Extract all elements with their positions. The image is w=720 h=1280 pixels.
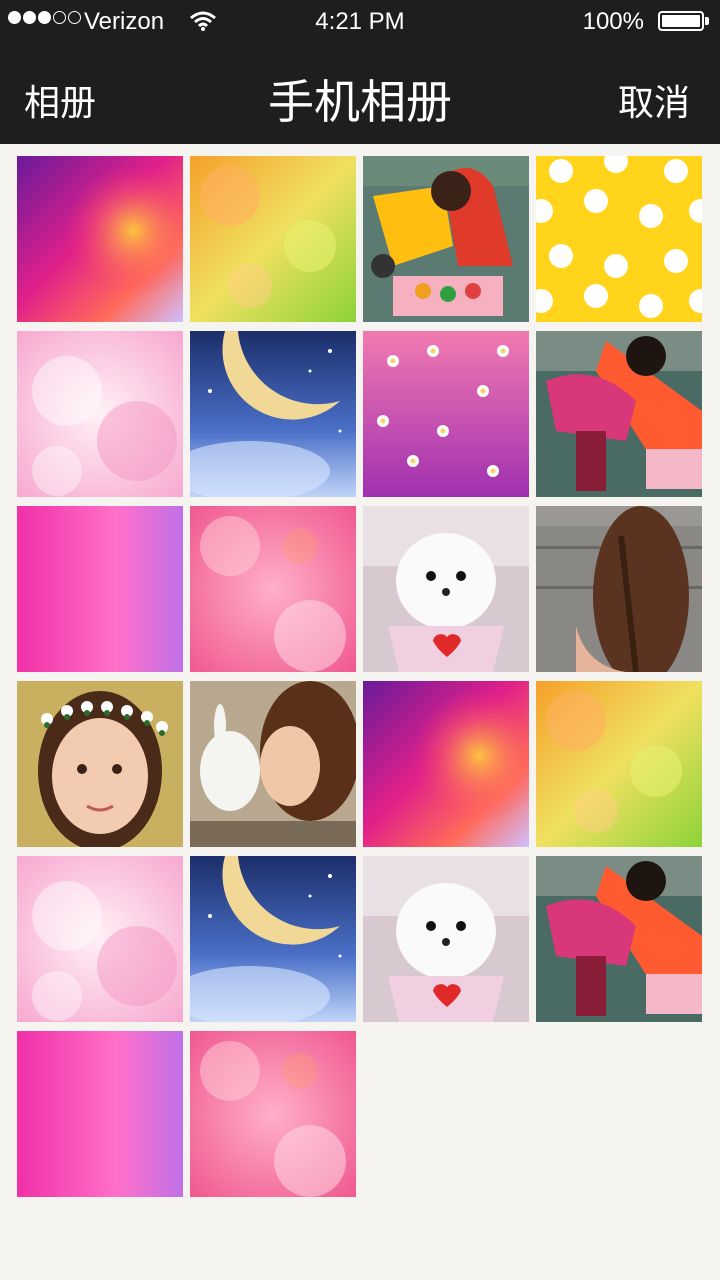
photo-thumbnail[interactable]: [17, 331, 183, 497]
photo-thumbnail[interactable]: [17, 681, 183, 847]
photo-image: [536, 856, 702, 1022]
photo-image: [536, 331, 702, 497]
photo-thumbnail[interactable]: [17, 856, 183, 1022]
photo-thumbnail[interactable]: [190, 156, 356, 322]
photo-thumbnail[interactable]: [190, 1031, 356, 1197]
photo-thumbnail[interactable]: [190, 331, 356, 497]
photo-thumbnail[interactable]: [363, 506, 529, 672]
photo-thumbnail[interactable]: [536, 506, 702, 672]
photo-image: [363, 681, 529, 847]
photo-thumbnail[interactable]: [536, 856, 702, 1022]
photo-thumbnail[interactable]: [363, 331, 529, 497]
photo-image: [190, 1031, 356, 1197]
photo-image: [536, 156, 702, 322]
photo-thumbnail[interactable]: [536, 681, 702, 847]
battery-icon: [658, 11, 704, 31]
photo-thumbnail[interactable]: [363, 856, 529, 1022]
photo-image: [363, 506, 529, 672]
photo-thumbnail[interactable]: [190, 506, 356, 672]
photo-grid: [0, 144, 720, 1280]
photo-image: [17, 1031, 183, 1197]
page-title: 手机相册: [268, 75, 452, 129]
photo-image: [17, 331, 183, 497]
photo-thumbnail[interactable]: [17, 156, 183, 322]
photo-thumbnail[interactable]: [363, 156, 529, 322]
photo-thumbnail[interactable]: [17, 1031, 183, 1197]
photo-image: [17, 681, 183, 847]
photo-image: [190, 856, 356, 1022]
photo-image: [536, 506, 702, 672]
photo-image: [190, 506, 356, 672]
photo-image: [17, 856, 183, 1022]
photo-image: [17, 156, 183, 322]
photo-image: [190, 681, 356, 847]
photo-image: [190, 156, 356, 322]
battery-percentage: 100%: [582, 8, 644, 35]
photo-image: [363, 856, 529, 1022]
photo-thumbnail[interactable]: [536, 331, 702, 497]
photo-thumbnail[interactable]: [190, 856, 356, 1022]
navigation-bar: 相册 手机相册 取消: [0, 42, 720, 144]
status-bar: Verizon 4:21 PM 100%: [0, 0, 720, 42]
photo-image: [363, 331, 529, 497]
photo-thumbnail[interactable]: [17, 506, 183, 672]
photo-thumbnail[interactable]: [190, 681, 356, 847]
photo-image: [17, 506, 183, 672]
cancel-button[interactable]: 取消: [618, 74, 690, 126]
photo-thumbnail[interactable]: [536, 156, 702, 322]
photo-image: [536, 681, 702, 847]
photo-image: [190, 331, 356, 497]
photo-image: [363, 156, 529, 322]
photo-thumbnail[interactable]: [363, 681, 529, 847]
